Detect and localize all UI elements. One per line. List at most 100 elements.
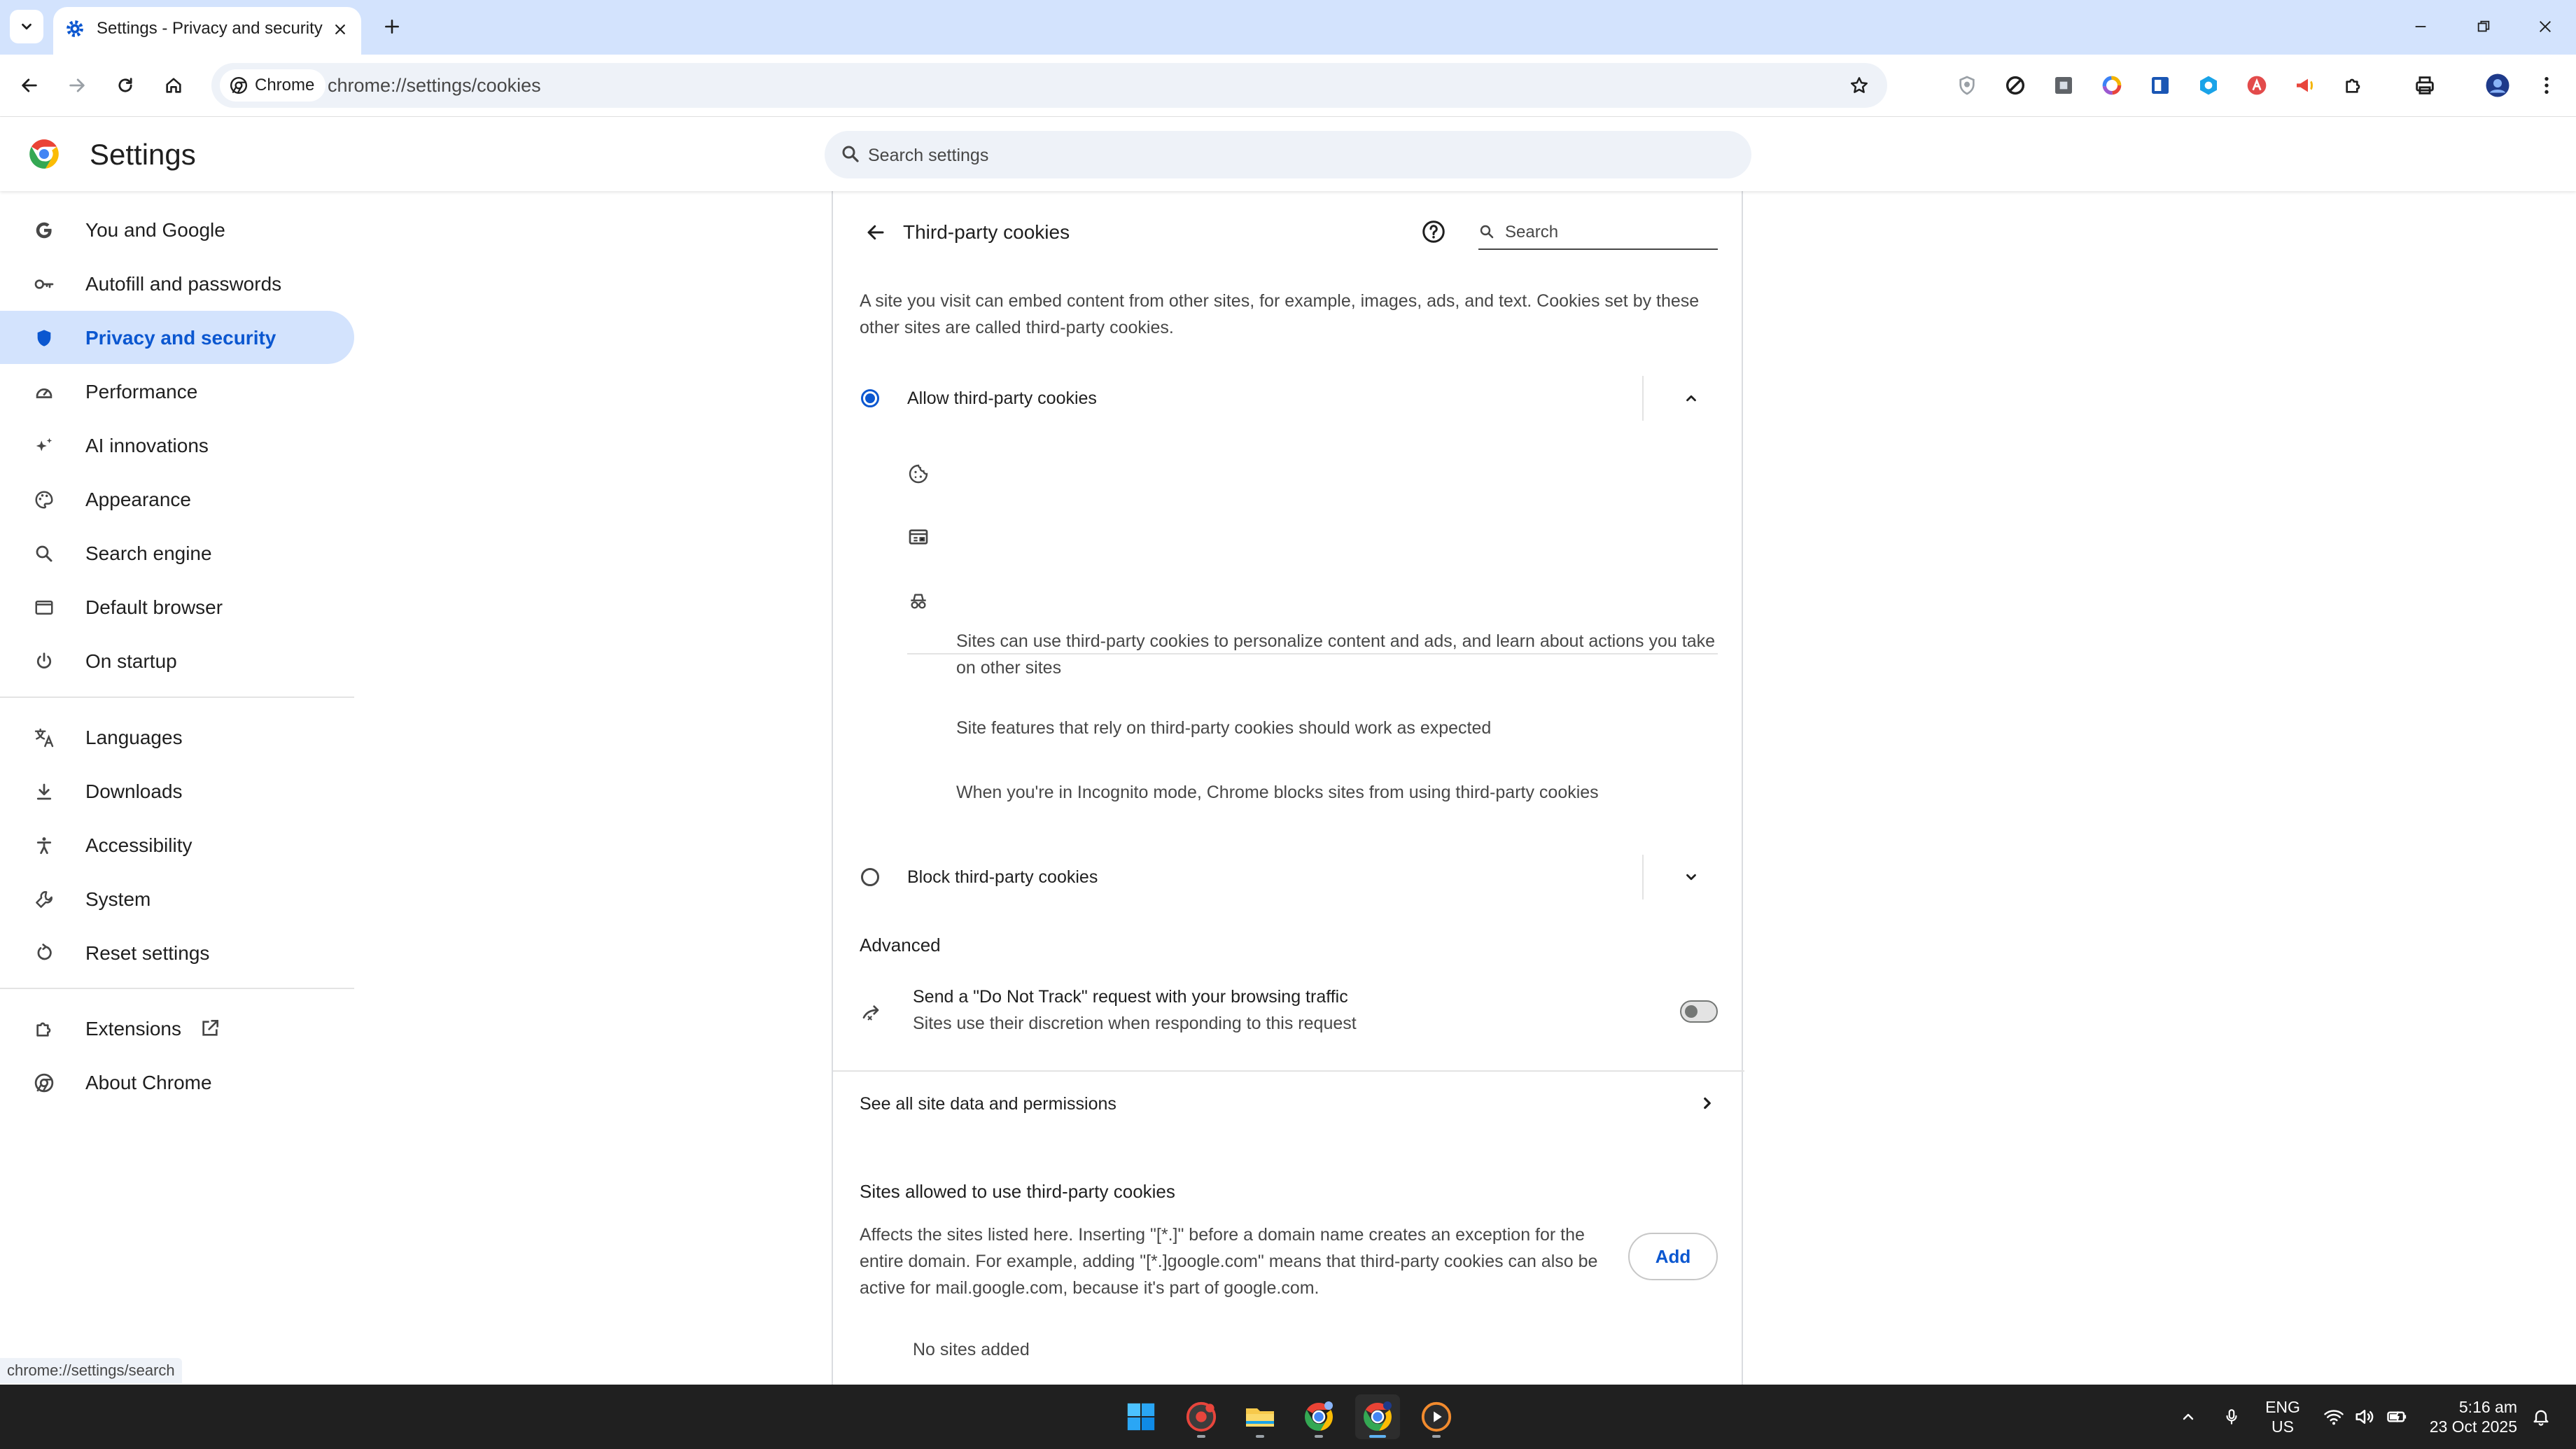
windows-logo-icon (1127, 1403, 1155, 1431)
bookmark-button[interactable] (1842, 69, 1876, 102)
tab-close-button[interactable] (329, 18, 351, 41)
sidebar-item-on-startup[interactable]: On startup (0, 634, 354, 687)
allow-third-party-cookies-option[interactable]: Allow third-party cookies (860, 372, 1718, 425)
wifi-icon (2324, 1410, 2344, 1425)
chevron-right-icon (1704, 1097, 1711, 1110)
restore-button[interactable] (2463, 10, 2505, 43)
add-site-button[interactable]: Add (1628, 1233, 1718, 1280)
sidebar-item-label: Downloads (85, 780, 183, 802)
input-language[interactable]: ENG US (2264, 1397, 2302, 1436)
close-window-button[interactable] (2524, 10, 2566, 43)
back-button[interactable] (13, 69, 46, 102)
start-button[interactable] (1119, 1394, 1163, 1439)
volume-button[interactable] (2353, 1406, 2376, 1428)
sidebar-item-appearance[interactable]: Appearance (0, 472, 354, 526)
microphone-button[interactable] (2220, 1406, 2243, 1428)
sidebar-item-downloads[interactable]: Downloads (0, 764, 354, 818)
allow-option-collapse-button[interactable] (1679, 386, 1704, 411)
tab-search-button[interactable] (10, 10, 43, 43)
folder-icon (1246, 1408, 1274, 1427)
shield-icon (37, 330, 51, 346)
taskbar-app-chrome[interactable] (1296, 1394, 1341, 1439)
browser-toolbar: Chrome chrome://settings/cookies (0, 55, 2576, 117)
see-all-site-data-link[interactable]: See all site data and permissions (860, 1077, 1718, 1130)
extension-megaphone-button[interactable] (2291, 71, 2319, 99)
sidebar-item-accessibility[interactable]: Accessibility (0, 818, 354, 872)
accessibility-icon (36, 837, 52, 854)
print-button[interactable] (2411, 71, 2439, 99)
block-third-party-cookies-option[interactable]: Block third-party cookies (860, 850, 1718, 904)
language-code: ENG (2265, 1398, 2300, 1416)
show-hidden-icons-button[interactable] (2177, 1406, 2199, 1428)
minimize-button[interactable] (2400, 10, 2442, 43)
new-tab-button[interactable] (378, 13, 406, 41)
search-icon (842, 146, 859, 162)
home-button[interactable] (157, 69, 190, 102)
speaker-icon (2356, 1410, 2374, 1424)
help-button[interactable] (1418, 216, 1449, 247)
page-back-button[interactable] (860, 216, 892, 248)
block-radio-button[interactable] (861, 868, 879, 886)
clock[interactable]: 5:16 am 23 Oct 2025 (2426, 1397, 2517, 1436)
sidebar-item-extensions[interactable]: Extensions (0, 1002, 354, 1055)
sidebar-item-autofill[interactable]: Autofill and passwords (0, 257, 354, 310)
sidebar-item-reset-settings[interactable]: Reset settings (0, 926, 354, 979)
extension-box-button[interactable] (2050, 71, 2078, 99)
allow-radio-button[interactable] (861, 389, 879, 407)
extension-block-button[interactable] (2001, 71, 2029, 99)
chrome-icon (230, 76, 248, 94)
puzzle-icon (36, 1022, 51, 1037)
network-button[interactable] (2323, 1406, 2345, 1428)
incognito-icon (911, 594, 926, 609)
page-search-input[interactable]: Search (1478, 215, 1718, 250)
minimize-icon (2415, 26, 2426, 27)
do-not-track-title: Send a "Do Not Track" request with your … (913, 987, 1348, 1007)
close-icon (2540, 21, 2551, 32)
sidebar-item-system[interactable]: System (0, 872, 354, 925)
site-info-chip[interactable]: Chrome (220, 69, 326, 102)
chrome-icon (34, 1073, 54, 1093)
sidebar-divider (0, 988, 354, 989)
extension-red-button[interactable] (2243, 71, 2271, 99)
sidebar-divider (0, 696, 354, 698)
sidebar-item-about-chrome[interactable]: About Chrome (0, 1056, 354, 1109)
taskbar-app-file-explorer[interactable] (1238, 1394, 1282, 1439)
address-bar[interactable]: Chrome chrome://settings/cookies (211, 63, 1887, 108)
page-description-line1: A site you visit can embed content from … (860, 291, 1700, 311)
extension-shield-button[interactable] (1953, 71, 1981, 99)
sidebar-item-ai-innovations[interactable]: AI innovations (0, 419, 354, 472)
sidebar-item-search-engine[interactable]: Search engine (0, 526, 354, 580)
block-option-expand-button[interactable] (1679, 864, 1704, 890)
taskbar-app-chrome-red[interactable] (1179, 1394, 1224, 1439)
notifications-button[interactable] (2530, 1406, 2552, 1428)
do-not-track-toggle[interactable] (1680, 1000, 1718, 1023)
sidebar-item-default-browser[interactable]: Default browser (0, 580, 354, 634)
profile-avatar-button[interactable] (2484, 71, 2512, 99)
extensions-menu-button[interactable] (2339, 71, 2367, 99)
search-settings-input[interactable]: Search settings (825, 131, 1751, 178)
taskbar-app-media-player[interactable] (1414, 1394, 1459, 1439)
microphone-icon (2226, 1409, 2237, 1424)
extension-color-ring-button[interactable] (2098, 71, 2126, 99)
taskbar-app-chrome-active[interactable] (1355, 1394, 1400, 1439)
chrome-logo-icon (1305, 1401, 1333, 1431)
search-icon (36, 545, 52, 562)
google-icon (36, 222, 52, 239)
do-not-track-row[interactable]: Send a "Do Not Track" request with your … (860, 979, 1718, 1046)
sidebar-item-you-and-google[interactable]: You and Google (0, 203, 354, 256)
clock-time: 5:16 am (2458, 1398, 2517, 1416)
chevron-down-icon (1686, 874, 1696, 881)
active-tab[interactable]: Settings - Privacy and security (53, 7, 361, 55)
extension-blue-panel-button[interactable] (2146, 71, 2174, 99)
sidebar-item-label: Extensions (85, 1018, 181, 1040)
extension-cyan-button[interactable] (2194, 71, 2222, 99)
sidebar-item-privacy-and-security[interactable]: Privacy and security (0, 311, 354, 364)
key-icon (34, 279, 54, 289)
reload-button[interactable] (108, 69, 142, 102)
sidebar-item-languages[interactable]: Languages (0, 710, 354, 764)
wrench-icon (36, 891, 52, 908)
sidebar-item-performance[interactable]: Performance (0, 365, 354, 418)
chrome-menu-button[interactable] (2533, 71, 2561, 99)
forward-button[interactable] (60, 69, 94, 102)
battery-button[interactable] (2386, 1406, 2408, 1428)
